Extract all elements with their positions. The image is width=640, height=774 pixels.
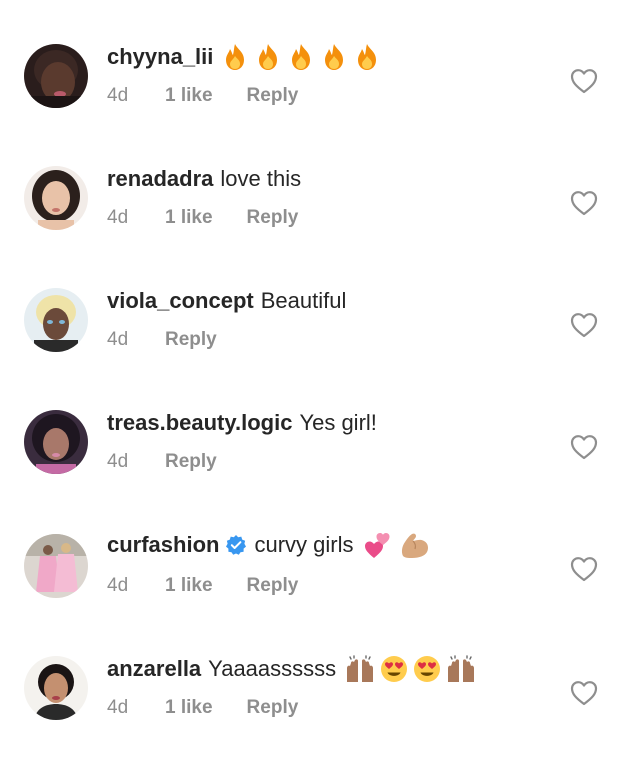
like-button[interactable] <box>570 312 598 338</box>
like-button[interactable] <box>570 68 598 94</box>
fire-icon <box>253 42 283 72</box>
verified-badge-icon <box>225 534 247 556</box>
comment-age: 4d <box>107 207 129 228</box>
like-count[interactable]: 1 like <box>165 206 213 230</box>
comment-text: viola_concept Beautiful <box>107 286 346 316</box>
username[interactable]: curfashion <box>107 530 219 560</box>
heart-outline-icon <box>570 557 598 582</box>
fire-icon <box>319 42 349 72</box>
heart-outline-icon <box>570 435 598 460</box>
heart-outline-icon <box>570 313 598 338</box>
username[interactable]: renadadra <box>107 164 213 194</box>
reply-button[interactable]: Reply <box>247 574 299 598</box>
username[interactable]: viola_concept <box>107 286 254 316</box>
reply-button[interactable]: Reply <box>165 450 217 474</box>
comment-body: Yes girl! <box>299 410 377 435</box>
two-hearts-icon <box>363 530 393 560</box>
avatar[interactable] <box>24 288 88 352</box>
like-button[interactable] <box>570 434 598 460</box>
comment-item: treas.beauty.logic Yes girl! 4d Reply <box>0 406 640 528</box>
heart-eyes-icon <box>412 654 442 684</box>
comment-age: 4d <box>107 451 129 472</box>
comment-age: 4d <box>107 575 129 596</box>
reply-button[interactable]: Reply <box>165 328 217 352</box>
heart-eyes-icon <box>379 654 409 684</box>
raising-hands-icon <box>445 654 477 684</box>
heart-outline-icon <box>570 681 598 706</box>
comment-meta: 4d 1 like Reply <box>107 696 298 720</box>
avatar[interactable] <box>24 44 88 108</box>
fire-icon <box>220 42 250 72</box>
avatar[interactable] <box>24 410 88 474</box>
fire-icon <box>352 42 382 72</box>
comment-item: chyyna_lii 4d 1 like Reply <box>0 40 640 162</box>
comment-text: chyyna_lii <box>107 42 382 72</box>
comment-body: Yaaaassssss <box>208 656 337 681</box>
comment-item: curfashion curvy girls 4d 1 like Reply <box>0 530 640 652</box>
username[interactable]: anzarella <box>107 654 201 684</box>
comment-meta: 4d 1 like Reply <box>107 84 298 108</box>
avatar[interactable] <box>24 656 88 720</box>
reply-button[interactable]: Reply <box>247 84 299 108</box>
comment-item: renadadra love this 4d 1 like Reply <box>0 162 640 284</box>
like-button[interactable] <box>570 190 598 216</box>
like-button[interactable] <box>570 556 598 582</box>
comment-body: curvy girls <box>254 532 354 557</box>
comment-body: Beautiful <box>260 288 347 313</box>
comment-age: 4d <box>107 329 129 350</box>
comment-item: viola_concept Beautiful 4d Reply <box>0 284 640 406</box>
reply-button[interactable]: Reply <box>247 696 299 720</box>
comment-item: anzarella Yaaaassssss 4d 1 like Reply <box>0 652 640 774</box>
fire-icon <box>286 42 316 72</box>
avatar[interactable] <box>24 166 88 230</box>
comment-age: 4d <box>107 85 129 106</box>
comment-text: renadadra love this <box>107 164 301 194</box>
flexed-biceps-icon <box>399 530 431 560</box>
raising-hands-icon <box>344 654 376 684</box>
comment-meta: 4d Reply <box>107 450 217 474</box>
comment-body: love this <box>220 166 302 191</box>
username[interactable]: chyyna_lii <box>107 42 213 72</box>
comment-text: treas.beauty.logic Yes girl! <box>107 408 377 438</box>
like-count[interactable]: 1 like <box>165 84 213 108</box>
like-count[interactable]: 1 like <box>165 696 213 720</box>
like-button[interactable] <box>570 680 598 706</box>
heart-outline-icon <box>570 191 598 216</box>
comment-age: 4d <box>107 697 129 718</box>
heart-outline-icon <box>570 69 598 94</box>
comment-text: curfashion curvy girls <box>107 530 431 560</box>
comment-meta: 4d 1 like Reply <box>107 574 298 598</box>
username[interactable]: treas.beauty.logic <box>107 408 292 438</box>
reply-button[interactable]: Reply <box>247 206 299 230</box>
comment-meta: 4d Reply <box>107 328 217 352</box>
comment-meta: 4d 1 like Reply <box>107 206 298 230</box>
comment-text: anzarella Yaaaassssss <box>107 654 477 684</box>
like-count[interactable]: 1 like <box>165 574 213 598</box>
avatar[interactable] <box>24 534 88 598</box>
